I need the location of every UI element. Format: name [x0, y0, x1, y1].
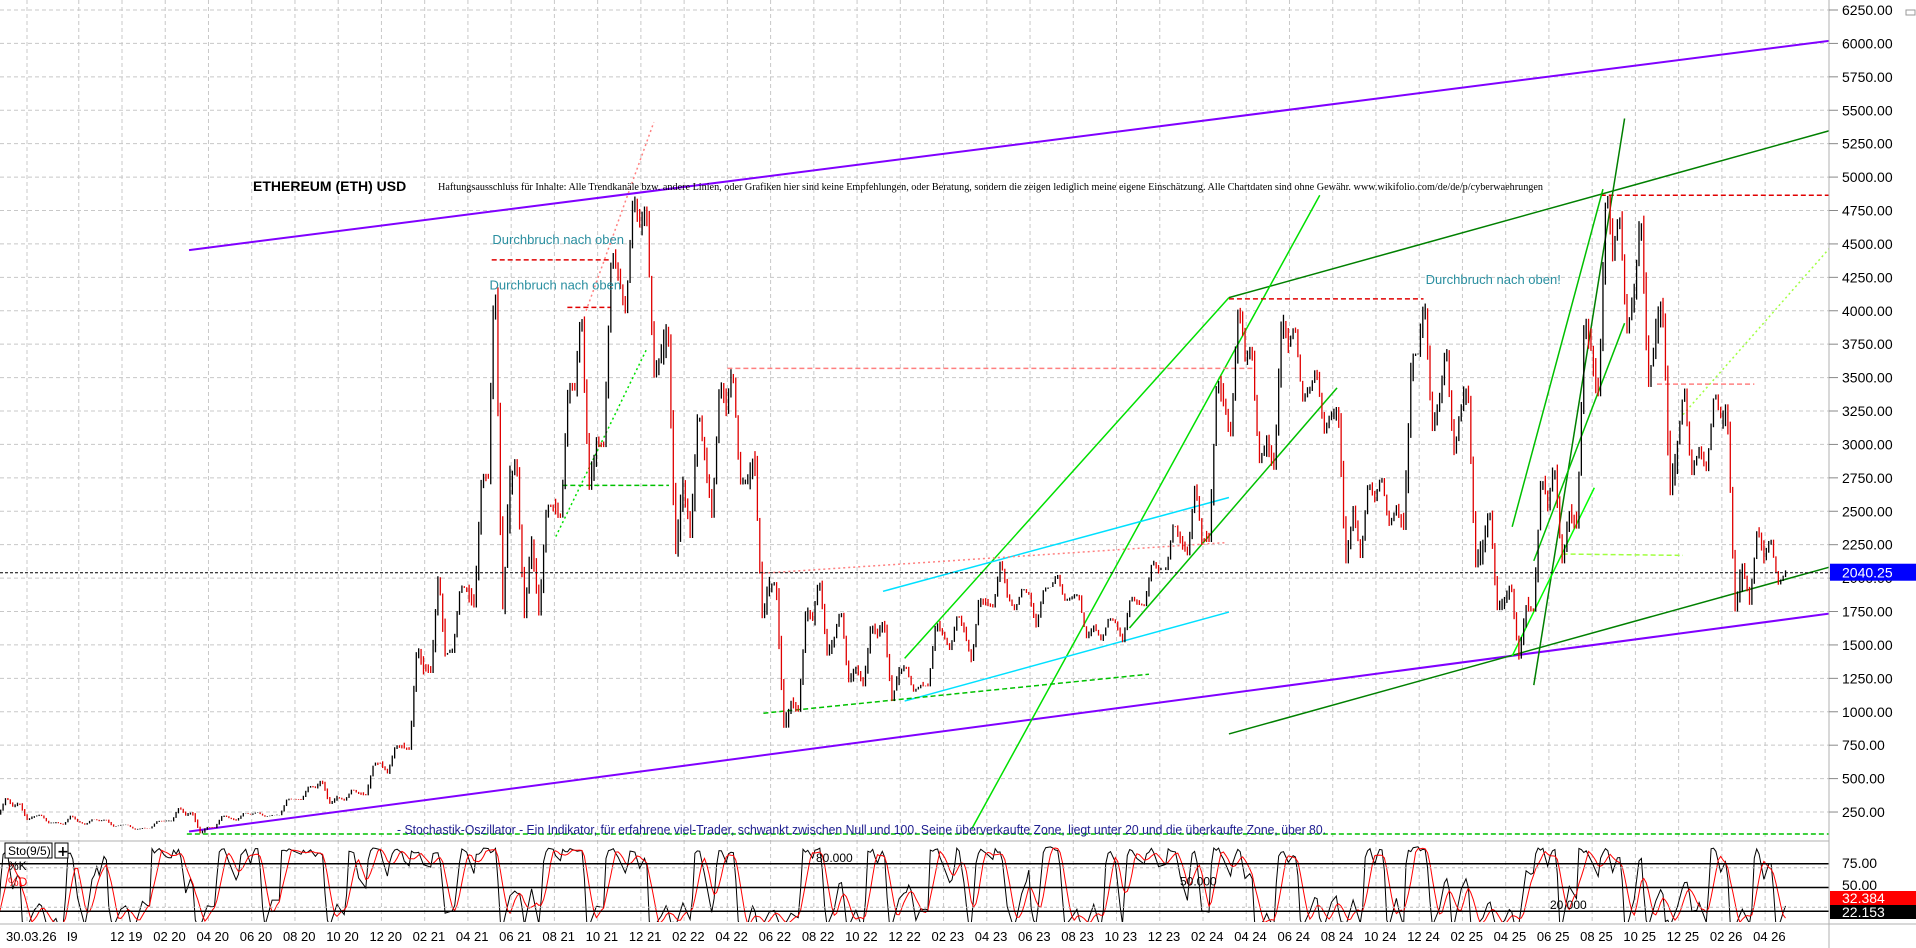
- stoch-level-label: 80.000: [816, 851, 853, 865]
- x-tick-label: 04 24: [1234, 929, 1267, 944]
- x-tick-label: 12 21: [629, 929, 662, 944]
- chart-title: ETHEREUM (ETH) USD: [253, 178, 406, 194]
- trendline[interactable]: [555, 347, 649, 537]
- x-tick-label: 04 20: [196, 929, 229, 944]
- y-tick-label: 5250.00: [1842, 136, 1893, 152]
- grid: [0, 0, 1829, 924]
- x-tick-label: 08 21: [542, 929, 575, 944]
- trendline[interactable]: [1533, 118, 1626, 686]
- x-tick-label: 04 26: [1753, 929, 1786, 944]
- x-tick-label: 10 24: [1364, 929, 1397, 944]
- y-tick-label: 3250.00: [1842, 403, 1893, 419]
- disclaimer-text: Haftungsausschluss für Inhalte: Alle Tre…: [438, 181, 1543, 193]
- y-tick-label: 4750.00: [1842, 203, 1893, 219]
- y-tick-label: 500.00: [1842, 771, 1885, 787]
- x-tick-label: 12 23: [1148, 929, 1181, 944]
- k-label: %K: [8, 859, 27, 873]
- x-tick-label: 06 24: [1277, 929, 1310, 944]
- x-tick-label: 02 20: [153, 929, 186, 944]
- d-label: %D: [8, 875, 28, 889]
- x-tick-label: 08 25: [1580, 929, 1613, 944]
- x-tick-label: 06 25: [1537, 929, 1570, 944]
- y-tick-label: 4250.00: [1842, 269, 1893, 285]
- y-tick-label: 1500.00: [1842, 637, 1893, 653]
- x-tick-label: 08 22: [802, 929, 835, 944]
- trendline[interactable]: [1562, 553, 1683, 557]
- x-tick-label: 12 25: [1667, 929, 1700, 944]
- x-tick-label: 06 20: [240, 929, 273, 944]
- y-tick-label: 6000.00: [1842, 35, 1893, 51]
- current-price-label: 2040.25: [1842, 565, 1893, 581]
- annotation-label: Durchbruch nach oben: [492, 232, 624, 247]
- y-tick-label: 4000.00: [1842, 303, 1893, 319]
- x-tick-label: 02 26: [1710, 929, 1743, 944]
- trendlines: [186, 39, 1839, 835]
- trendline[interactable]: [1511, 487, 1595, 657]
- trendline[interactable]: [904, 611, 1230, 702]
- y-tick-label: 2750.00: [1842, 470, 1893, 486]
- x-tick-label: I9: [67, 929, 78, 944]
- y-tick-label: 1750.00: [1842, 604, 1893, 620]
- y-tick-label: 2500.00: [1842, 503, 1893, 519]
- x-tick-label: 08 23: [1061, 929, 1094, 944]
- y-tick-label: 2250.00: [1842, 537, 1893, 553]
- eth-price-chart[interactable]: ETHEREUM (ETH) USD Haftungsausschluss fü…: [0, 0, 1916, 948]
- trendline[interactable]: [971, 194, 1321, 830]
- y-tick-label: 6250.00: [1842, 2, 1893, 18]
- x-tick-label: 12 19: [110, 929, 143, 944]
- x-tick-label: 04 23: [975, 929, 1008, 944]
- annotation-label: Durchbruch nach oben: [490, 277, 622, 292]
- x-tick-label: 02 24: [1191, 929, 1224, 944]
- x-tick-label: 12 22: [888, 929, 921, 944]
- stochastic-label: Sto(9/5): [8, 844, 51, 858]
- x-tick-label: 12 24: [1407, 929, 1440, 944]
- x-tick-label: 30.03.26: [6, 929, 57, 944]
- y-tick-label: 5500.00: [1842, 102, 1893, 118]
- x-tick-label: 10 23: [1105, 929, 1138, 944]
- stochastic-levels: 80.000 50.000 20.000: [0, 851, 1829, 912]
- x-tick-label: 04 22: [715, 929, 748, 944]
- x-tick-label: 04 21: [456, 929, 489, 944]
- x-tick-label: 02 21: [413, 929, 446, 944]
- y-tick-label: 5000.00: [1842, 169, 1893, 185]
- y-tick-label: 3750.00: [1842, 336, 1893, 352]
- x-tick-label: 06 23: [1018, 929, 1051, 944]
- x-tick-label: 06 21: [499, 929, 532, 944]
- x-tick-label: 08 20: [283, 929, 316, 944]
- x-tick-label: 10 22: [845, 929, 878, 944]
- y-tick-label: 3500.00: [1842, 370, 1893, 386]
- x-tick-label: 10 21: [586, 929, 619, 944]
- trendline[interactable]: [188, 39, 1832, 252]
- stoch-tick-75: 75.00: [1842, 855, 1877, 871]
- y-tick-label: 1250.00: [1842, 670, 1893, 686]
- y-tick-label: 250.00: [1842, 804, 1885, 820]
- plus-icon[interactable]: +: [57, 844, 69, 860]
- x-tick-label: 08 24: [1321, 929, 1354, 944]
- y-tick-label: 5750.00: [1842, 69, 1893, 85]
- x-axis[interactable]: 30.03.26 I9 12 19 02 20 04 20 06 20 08 20 10 20…: [6, 929, 1786, 944]
- x-tick-label: 10 20: [326, 929, 359, 944]
- x-tick-label: 02 22: [672, 929, 705, 944]
- y-tick-label: 3000.00: [1842, 436, 1893, 452]
- trendline[interactable]: [763, 673, 1150, 714]
- y-tick-label: 750.00: [1842, 737, 1885, 753]
- trendline[interactable]: [1682, 238, 1839, 416]
- minimize-button[interactable]: [1905, 9, 1916, 16]
- stoch-d-line: [0, 847, 1786, 922]
- annotations: Durchbruch nach oben Durchbruch nach oben…: [490, 232, 1561, 292]
- x-tick-label: 10 25: [1623, 929, 1656, 944]
- x-tick-label: 06 22: [759, 929, 792, 944]
- stochastic-note: - Stochastik-Oszillator - Ein Indikator,…: [397, 822, 1326, 837]
- y-tick-label: 1000.00: [1842, 704, 1893, 720]
- stoch-level-label: 50.000: [1180, 875, 1217, 889]
- x-tick-label: 12 20: [369, 929, 402, 944]
- k-value: 22.153: [1842, 904, 1885, 920]
- stoch-level-label: 20.000: [1550, 898, 1587, 912]
- trendline[interactable]: [763, 541, 1225, 574]
- y-tick-label: 4500.00: [1842, 236, 1893, 252]
- x-tick-label: 02 25: [1450, 929, 1483, 944]
- annotation-label: Durchbruch nach oben!: [1426, 272, 1561, 287]
- x-tick-label: 02 23: [932, 929, 965, 944]
- x-tick-label: 04 25: [1494, 929, 1527, 944]
